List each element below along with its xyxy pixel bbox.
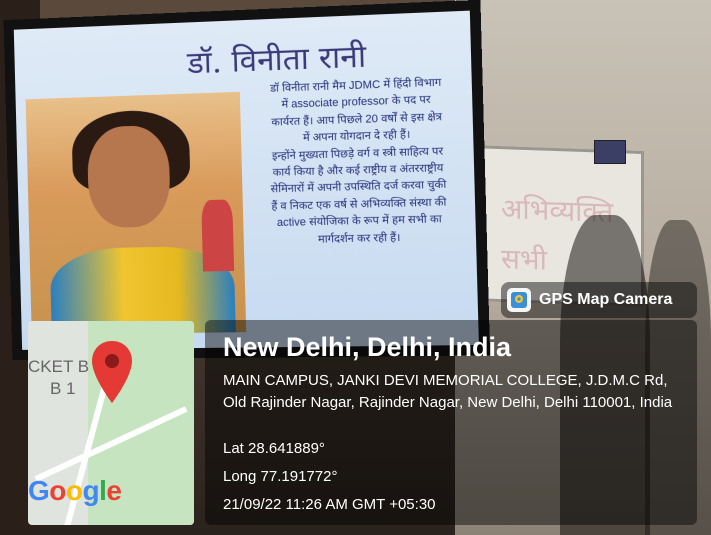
longitude: Long 77.191772° bbox=[223, 468, 338, 485]
presentation-slide: डॉ. विनीता रानी डॉ विनीता रानी मैम JDMC … bbox=[13, 10, 479, 350]
wall-plaque bbox=[594, 140, 626, 164]
gps-app-badge: GPS Map Camera bbox=[501, 282, 697, 318]
map-pin-icon bbox=[92, 341, 132, 403]
latitude: Lat 28.641889° bbox=[223, 440, 325, 457]
location-address: MAIN CAMPUS, JANKI DEVI MEMORIAL COLLEGE… bbox=[223, 372, 673, 411]
display-screen: डॉ. विनीता रानी डॉ विनीता रानी मैम JDMC … bbox=[3, 0, 491, 361]
location-info-panel: New Delhi, Delhi, India MAIN CAMPUS, JAN… bbox=[205, 320, 697, 525]
gps-app-label: GPS Map Camera bbox=[539, 291, 673, 308]
google-logo: Google bbox=[28, 475, 122, 506]
slide-body: डॉ विनीता रानी मैम JDMC में हिंदी विभाग … bbox=[252, 74, 464, 249]
portrait-photo bbox=[25, 91, 247, 335]
map-label-1: CKET B bbox=[28, 357, 90, 376]
gps-map-camera-icon bbox=[507, 288, 531, 312]
location-city: New Delhi, Delhi, India bbox=[223, 332, 512, 362]
portrait-face bbox=[86, 124, 171, 229]
background-person bbox=[201, 199, 235, 272]
map-label-2: B 1 bbox=[50, 379, 76, 398]
whiteboard-text-2: सभी bbox=[501, 242, 547, 277]
map-thumbnail: CKET B B 1 Google bbox=[28, 321, 194, 525]
datetime: 21/09/22 11:26 AM GMT +05:30 bbox=[223, 496, 436, 513]
slide-title: डॉ. विनीता रानी bbox=[186, 38, 367, 82]
